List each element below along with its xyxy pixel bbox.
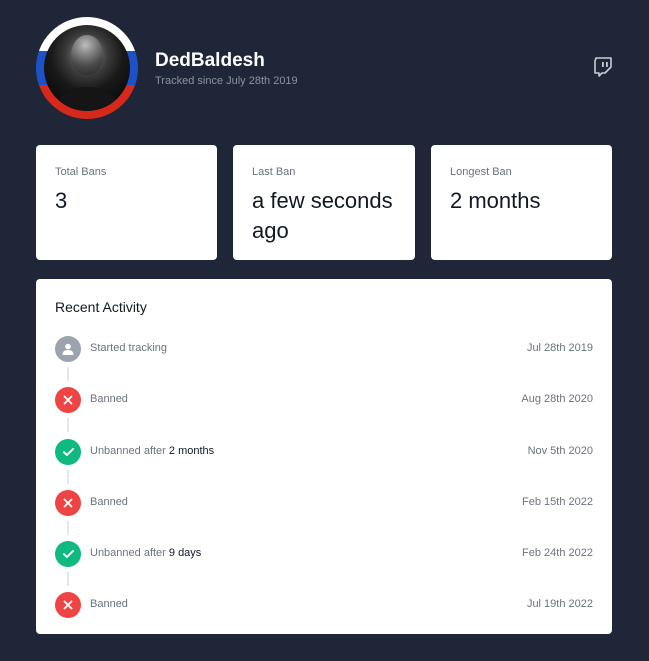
stat-value: 3 (55, 188, 68, 213)
activity-duration: 9 days (168, 547, 202, 559)
activity-date: Nov 5th 2020 (527, 445, 593, 457)
activity-item: Unbanned after 9 days Feb 24th 2022 (55, 541, 593, 567)
stat-card-longest-ban: Longest Ban 2 months (431, 145, 612, 260)
activity-item: Unbanned after 2 months Nov 5th 2020 (55, 439, 593, 465)
activity-text: Unbanned after 9 days (90, 547, 202, 559)
activity-item: Started tracking Jul 28th 2019 (55, 336, 593, 362)
activity-date: Feb 15th 2022 (522, 496, 593, 508)
activity-item: Banned Jul 19th 2022 (55, 592, 593, 618)
timeline-connector (67, 367, 69, 381)
activity-date: Jul 28th 2019 (526, 342, 593, 354)
activity-text: Banned (90, 598, 128, 610)
activity-duration: 2 months (168, 445, 215, 457)
stat-value: a few seconds ago (252, 188, 393, 243)
stat-label: Longest Ban (450, 166, 512, 178)
profile-page: DedBaldesh Tracked since July 28th 2019 … (0, 0, 649, 661)
avatar (36, 17, 138, 119)
activity-text: Started tracking (90, 342, 168, 354)
activity-text: Banned (90, 496, 128, 508)
activity-title: Recent Activity (55, 299, 147, 315)
check-icon (55, 541, 81, 567)
stat-value: 2 months (450, 188, 541, 213)
timeline-connector (67, 521, 69, 535)
x-icon (55, 490, 81, 516)
timeline-connector (67, 572, 69, 586)
stat-card-last-ban: Last Ban a few seconds ago (233, 145, 415, 260)
timeline-connector (67, 470, 69, 484)
stat-label: Last Ban (252, 166, 296, 178)
timeline-connector (67, 418, 69, 432)
activity-text: Banned (90, 393, 128, 405)
twitch-icon[interactable] (594, 57, 612, 77)
avatar-photo (44, 25, 130, 111)
tracked-since: Tracked since July 28th 2019 (155, 75, 298, 87)
username: DedBaldesh (155, 50, 265, 71)
activity-date: Aug 28th 2020 (521, 393, 593, 405)
activity-date: Feb 24th 2022 (522, 547, 593, 559)
stat-card-total-bans: Total Bans 3 (36, 145, 217, 260)
user-icon (55, 336, 81, 362)
stat-label: Total Bans (55, 166, 107, 178)
activity-item: Banned Feb 15th 2022 (55, 490, 593, 516)
activity-text: Unbanned after 2 months (90, 445, 215, 457)
recent-activity-card: Recent Activity Started tracking Jul 28t… (36, 279, 612, 634)
check-icon (55, 439, 81, 465)
activity-item: Banned Aug 28th 2020 (55, 387, 593, 413)
x-icon (55, 387, 81, 413)
x-icon (55, 592, 81, 618)
activity-date: Jul 19th 2022 (526, 598, 593, 610)
